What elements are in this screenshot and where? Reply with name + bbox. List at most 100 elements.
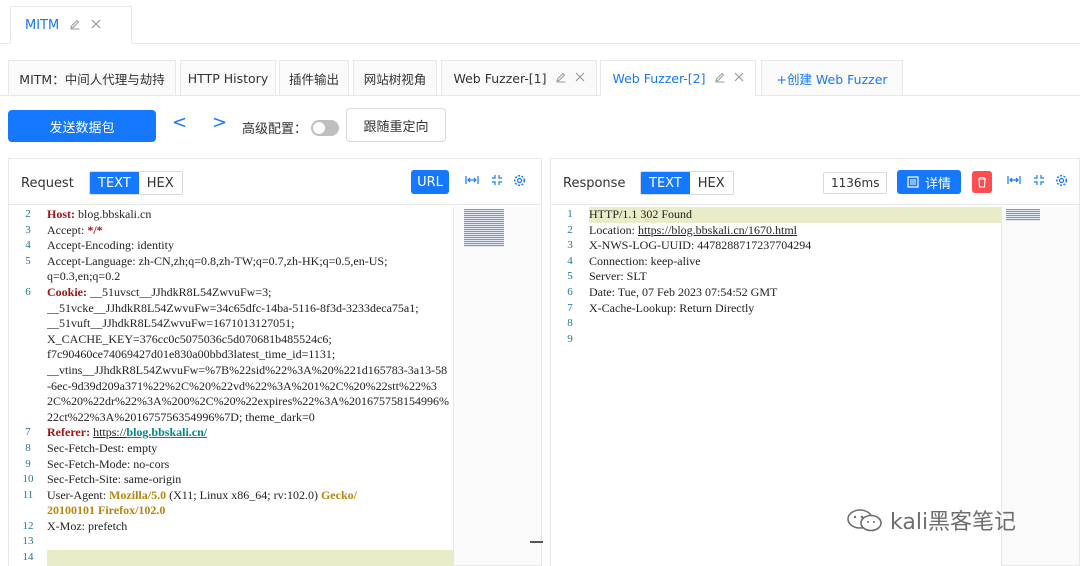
code-token: f7c90460ce74069427d01e830a00bbd3latest_t… bbox=[47, 347, 336, 362]
code-text: q=0.3,en;q=0.2 bbox=[47, 269, 453, 285]
code-line: 22ct%22%3A%201675756354996%7D; theme_dar… bbox=[9, 410, 453, 426]
code-line: 6 Date: Tue, 07 Feb 2023 07:54:52 GMT bbox=[551, 285, 1001, 301]
code-token: Accept-Language: zh-CN,zh;q=0.8,zh-TW;q=… bbox=[47, 253, 388, 268]
code-text: X-NWS-LOG-UUID: 4478288717237704294 bbox=[589, 238, 1001, 254]
code-line: f7c90460ce74069427d01e830a00bbd3latest_t… bbox=[9, 347, 453, 363]
line-number: 4 bbox=[25, 239, 31, 252]
tab-http-history[interactable]: HTTP History bbox=[180, 60, 276, 96]
fullscreen-icon[interactable] bbox=[1033, 174, 1045, 190]
code-text: Cookie: __51uvsct__JJhdkR8L54ZwvuFw=3; bbox=[47, 285, 453, 301]
detail-button[interactable]: 详情 bbox=[897, 170, 961, 194]
tab-plugin-output[interactable]: 插件输出 bbox=[279, 60, 349, 96]
pencil-icon[interactable] bbox=[69, 18, 81, 33]
tab-label: Web Fuzzer-[2] bbox=[612, 70, 706, 86]
code-token: Mozilla/5.0 bbox=[109, 487, 167, 502]
response-mode-switch: TEXT HEX bbox=[640, 171, 734, 195]
code-text: __51vcke__JJhdkR8L54ZwvuFw=34c65dfc-14ba… bbox=[47, 301, 453, 317]
code-line: 7 Referer: https://blog.bbskali.cn/ bbox=[9, 425, 453, 441]
code-token: Accept-Encoding: identity bbox=[47, 238, 174, 253]
url-button[interactable]: URL bbox=[411, 170, 449, 194]
code-text: User-Agent: Mozilla/5.0 (X11; Linux x86_… bbox=[47, 488, 453, 504]
code-token: Sec-Fetch-Mode: no-cors bbox=[47, 456, 170, 471]
code-token: __51vcke__JJhdkR8L54ZwvuFw=34c65dfc-14ba… bbox=[47, 300, 419, 315]
code-token: */* bbox=[87, 222, 103, 237]
code-line: 3 Accept: */* bbox=[9, 223, 453, 239]
code-line: 11 User-Agent: Mozilla/5.0 (X11; Linux x8… bbox=[9, 488, 453, 504]
code-token: blog.bbskali.cn/ bbox=[126, 425, 208, 440]
close-icon[interactable] bbox=[734, 71, 744, 85]
request-text-mode[interactable]: TEXT bbox=[90, 172, 139, 194]
advanced-config-toggle[interactable] bbox=[311, 120, 339, 136]
code-line: __vtins__JJhdkR8L54ZwvuFw=%7B%22sid%22%3… bbox=[9, 363, 453, 379]
code-token: Referer: bbox=[47, 425, 91, 440]
code-text: f7c90460ce74069427d01e830a00bbd3latest_t… bbox=[47, 347, 453, 363]
line-number bbox=[9, 410, 47, 426]
minimap-thumbnail bbox=[464, 209, 504, 247]
line-number bbox=[9, 379, 47, 395]
watermark: kali黑客笔记 bbox=[846, 504, 1016, 536]
line-number: 5 bbox=[25, 254, 31, 267]
code-text: Sec-Fetch-Mode: no-cors bbox=[47, 457, 453, 473]
code-line: 9 bbox=[551, 332, 1001, 348]
code-line: 2 Host: blog.bbskali.cn bbox=[9, 207, 453, 223]
code-line: q=0.3,en;q=0.2 bbox=[9, 269, 453, 285]
pencil-icon[interactable] bbox=[555, 71, 567, 86]
code-token: 20100101 Firefox/102.0 bbox=[47, 503, 166, 518]
tab-web-fuzzer-1[interactable]: Web Fuzzer-[1] bbox=[441, 60, 597, 96]
code-token: q=0.3,en;q=0.2 bbox=[47, 269, 121, 284]
window-tab-bar: MITM bbox=[0, 0, 1080, 44]
code-text: -6ec-9d39d209a371%22%2C%20%22vd%22%3A%20… bbox=[47, 379, 453, 395]
follow-redirect-button[interactable]: 跟随重定向 bbox=[346, 108, 446, 142]
request-editor[interactable]: 2 Host: blog.bbskali.cn 3 Accept: */* 4 Accep… bbox=[9, 207, 453, 566]
settings-gear-icon[interactable] bbox=[1055, 174, 1068, 191]
tab-site-tree[interactable]: 网站树视角 bbox=[353, 60, 437, 96]
line-number: 13 bbox=[22, 535, 34, 548]
detail-icon bbox=[907, 176, 919, 188]
code-line: 12 X-Moz: prefetch bbox=[9, 519, 453, 535]
close-icon[interactable] bbox=[575, 71, 585, 85]
column-width-icon[interactable] bbox=[1007, 174, 1021, 190]
code-text: Accept: */* bbox=[47, 223, 453, 239]
code-text: HTTP/1.1 302 Found bbox=[589, 207, 1001, 223]
tab-mitm[interactable]: MITM bbox=[10, 6, 132, 44]
line-number: 14 bbox=[22, 551, 34, 564]
code-line: 2C%20%22dr%22%3A%200%2C%20%22expires%22%… bbox=[9, 394, 453, 410]
code-token: __vtins__JJhdkR8L54ZwvuFw=%7B%22sid%22%3… bbox=[47, 362, 448, 377]
line-number: 7 bbox=[567, 301, 573, 314]
request-hex-mode[interactable]: HEX bbox=[138, 172, 182, 194]
response-title: Response bbox=[563, 176, 626, 191]
response-hex-mode[interactable]: HEX bbox=[689, 172, 733, 194]
line-number bbox=[9, 316, 47, 332]
response-text-mode[interactable]: TEXT bbox=[641, 172, 690, 194]
code-token: X-NWS-LOG-UUID: 4478288717237704294 bbox=[589, 238, 812, 253]
code-line: 7 X-Cache-Lookup: Return Directly bbox=[551, 301, 1001, 317]
pencil-icon[interactable] bbox=[714, 71, 726, 86]
code-line: 13 bbox=[9, 534, 453, 550]
request-minimap[interactable] bbox=[453, 207, 541, 565]
code-line: 9 Sec-Fetch-Mode: no-cors bbox=[9, 457, 453, 473]
settings-gear-icon[interactable] bbox=[513, 174, 526, 191]
close-icon[interactable] bbox=[91, 18, 101, 32]
advanced-config-label: 高级配置： bbox=[242, 122, 308, 137]
fullscreen-icon[interactable] bbox=[491, 174, 503, 190]
response-timing: 1136ms bbox=[823, 172, 888, 194]
previous-arrow-icon[interactable]: < bbox=[172, 112, 187, 133]
line-number: 8 bbox=[567, 317, 573, 330]
tab-web-fuzzer-2[interactable]: Web Fuzzer-[2] bbox=[600, 60, 756, 96]
code-text: Server: SLT bbox=[589, 269, 1001, 285]
column-width-icon[interactable] bbox=[465, 174, 479, 190]
code-token: Cookie: bbox=[47, 284, 87, 299]
line-number: 7 bbox=[25, 426, 31, 439]
send-packet-button[interactable]: 发送数据包 bbox=[8, 110, 156, 142]
delete-button[interactable] bbox=[972, 171, 992, 193]
next-arrow-icon[interactable]: > bbox=[212, 112, 227, 133]
tab-mitm-proxy[interactable]: MITM：中间人代理与劫持 bbox=[8, 60, 176, 96]
code-token: 2C%20%22dr%22%3A%200%2C%20%22expires%22%… bbox=[47, 394, 449, 409]
code-line: X_CACHE_KEY=376cc0c5075036c5d070681b4855… bbox=[9, 332, 453, 348]
line-number: 2 bbox=[567, 223, 573, 236]
create-web-fuzzer-tab[interactable]: +创建 Web Fuzzer bbox=[761, 60, 903, 96]
line-number: 4 bbox=[567, 254, 573, 267]
line-number: 6 bbox=[25, 285, 31, 298]
